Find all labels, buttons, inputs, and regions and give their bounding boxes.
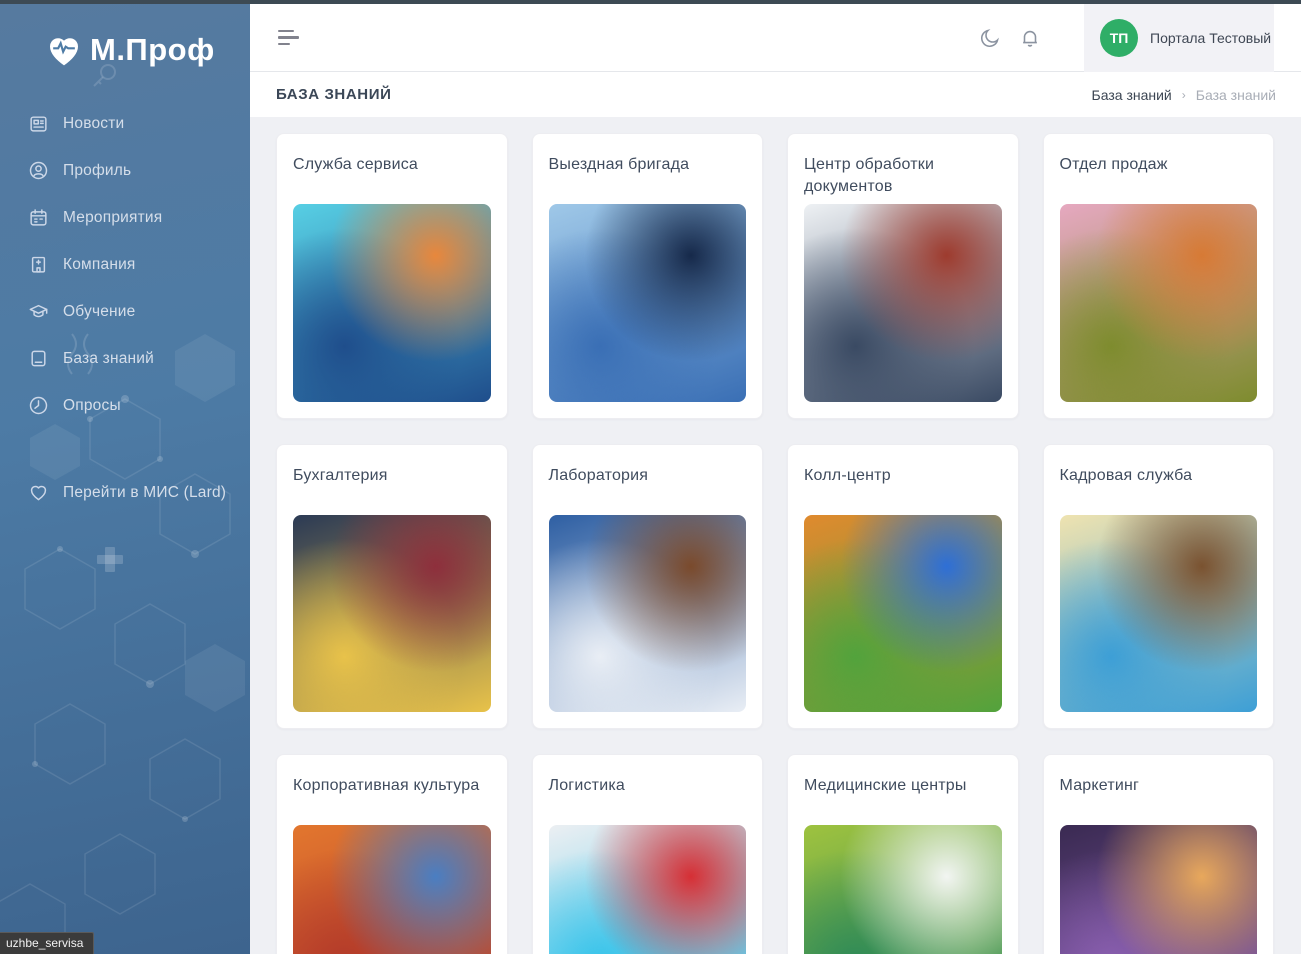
card-illustration bbox=[293, 515, 491, 713]
sidebar-item-knowledge-base[interactable]: База знаний bbox=[0, 335, 250, 382]
sidebar-item-surveys[interactable]: Опросы bbox=[0, 382, 250, 429]
page-title: БАЗА ЗНАНИЙ bbox=[276, 86, 392, 103]
browser-link-preview: uzhbe_servisa bbox=[0, 932, 94, 954]
app-logo[interactable]: М.Проф bbox=[0, 4, 250, 70]
card-title: Корпоративная культура bbox=[293, 775, 491, 821]
sidebar-nav-footer: Перейти в МИС (Lard) bbox=[0, 469, 250, 516]
building-icon bbox=[28, 254, 49, 275]
sidebar-nav: Новости Профиль Мероприятия Компания Обучени… bbox=[0, 100, 250, 429]
card-title: Отдел продаж bbox=[1060, 154, 1258, 200]
card-illustration bbox=[293, 204, 491, 402]
card-illustration bbox=[549, 515, 747, 713]
heart-outline-icon bbox=[28, 482, 49, 503]
breadcrumb-item-first[interactable]: База знаний bbox=[1092, 87, 1172, 103]
knowledge-card[interactable]: Центр обработки документов bbox=[787, 133, 1019, 419]
knowledge-card[interactable]: Выездная бригада bbox=[532, 133, 764, 419]
card-illustration bbox=[1060, 825, 1258, 954]
knowledge-card[interactable]: Лаборатория bbox=[532, 444, 764, 730]
card-illustration bbox=[804, 825, 1002, 954]
calendar-icon bbox=[28, 207, 49, 228]
dark-mode-toggle[interactable] bbox=[970, 18, 1010, 58]
moon-icon bbox=[979, 27, 1001, 49]
news-icon bbox=[28, 113, 49, 134]
card-title: Медицинские центры bbox=[804, 775, 1002, 821]
sidebar-item-label: Мероприятия bbox=[63, 209, 162, 227]
sidebar-item-label: Перейти в МИС (Lard) bbox=[63, 484, 226, 502]
card-illustration bbox=[1060, 515, 1258, 713]
clock-pie-icon bbox=[28, 395, 49, 416]
bell-icon bbox=[1019, 27, 1041, 49]
sidebar-item-label: Обучение bbox=[63, 303, 135, 321]
sidebar-item-label: База знаний bbox=[63, 350, 154, 368]
card-illustration bbox=[549, 204, 747, 402]
notifications-button[interactable] bbox=[1010, 18, 1050, 58]
card-title: Выездная бригада bbox=[549, 154, 747, 200]
card-illustration bbox=[1060, 204, 1258, 402]
page-header-row: БАЗА ЗНАНИЙ База знаний › База знаний bbox=[250, 72, 1301, 117]
card-title: Колл-центр bbox=[804, 465, 1002, 511]
chevron-right-icon: › bbox=[1182, 88, 1186, 102]
card-illustration bbox=[293, 825, 491, 954]
knowledge-card[interactable]: Логистика bbox=[532, 754, 764, 954]
sidebar-item-education[interactable]: Обучение bbox=[0, 288, 250, 335]
sidebar: М.Проф Новости Профиль Мероприятия Компания… bbox=[0, 4, 250, 954]
sidebar-item-label: Профиль bbox=[63, 162, 131, 180]
avatar: ТП bbox=[1100, 19, 1138, 57]
app-logo-text: М.Проф bbox=[90, 32, 215, 68]
book-icon bbox=[28, 348, 49, 369]
knowledge-card[interactable]: Бухгалтерия bbox=[276, 444, 508, 730]
card-title: Кадровая служба bbox=[1060, 465, 1258, 511]
sidebar-item-profile[interactable]: Профиль bbox=[0, 147, 250, 194]
sidebar-item-label: Новости bbox=[63, 115, 124, 133]
hamburger-icon[interactable] bbox=[278, 27, 304, 49]
sidebar-item-mis-link[interactable]: Перейти в МИС (Lard) bbox=[0, 469, 250, 516]
card-title: Маркетинг bbox=[1060, 775, 1258, 821]
knowledge-card[interactable]: Колл-центр bbox=[787, 444, 1019, 730]
profile-icon bbox=[28, 160, 49, 181]
knowledge-card[interactable]: Корпоративная культура bbox=[276, 754, 508, 954]
sidebar-item-events[interactable]: Мероприятия bbox=[0, 194, 250, 241]
breadcrumb: База знаний › База знаний bbox=[1092, 87, 1276, 103]
card-title: Центр обработки документов bbox=[804, 154, 1002, 200]
sidebar-item-company[interactable]: Компания bbox=[0, 241, 250, 288]
knowledge-card[interactable]: Маркетинг bbox=[1043, 754, 1275, 954]
knowledge-cards-grid: Служба сервиса Выездная бригада Центр обра… bbox=[276, 133, 1274, 954]
graduation-cap-icon bbox=[28, 301, 49, 322]
knowledge-card[interactable]: Кадровая служба bbox=[1043, 444, 1275, 730]
window-top-strip bbox=[0, 0, 1301, 4]
user-name: Портала Тестовый bbox=[1150, 30, 1271, 46]
heart-pulse-icon bbox=[44, 30, 84, 70]
sidebar-item-label: Опросы bbox=[63, 397, 121, 415]
user-menu[interactable]: ТП Портала Тестовый bbox=[1084, 4, 1274, 72]
card-title: Служба сервиса bbox=[293, 154, 491, 200]
card-illustration bbox=[549, 825, 747, 954]
content-area: Служба сервиса Выездная бригада Центр обра… bbox=[250, 117, 1301, 954]
sidebar-item-label: Компания bbox=[63, 256, 136, 274]
card-title: Логистика bbox=[549, 775, 747, 821]
knowledge-card[interactable]: Служба сервиса bbox=[276, 133, 508, 419]
sidebar-item-news[interactable]: Новости bbox=[0, 100, 250, 147]
card-title: Бухгалтерия bbox=[293, 465, 491, 511]
card-illustration bbox=[804, 204, 1002, 402]
main-area: ТП Портала Тестовый БАЗА ЗНАНИЙ База зна… bbox=[250, 4, 1301, 954]
knowledge-card[interactable]: Отдел продаж bbox=[1043, 133, 1275, 419]
card-title: Лаборатория bbox=[549, 465, 747, 511]
card-illustration bbox=[804, 515, 1002, 713]
knowledge-card[interactable]: Медицинские центры bbox=[787, 754, 1019, 954]
top-header: ТП Портала Тестовый bbox=[250, 4, 1301, 72]
breadcrumb-item-last: База знаний bbox=[1196, 87, 1276, 103]
